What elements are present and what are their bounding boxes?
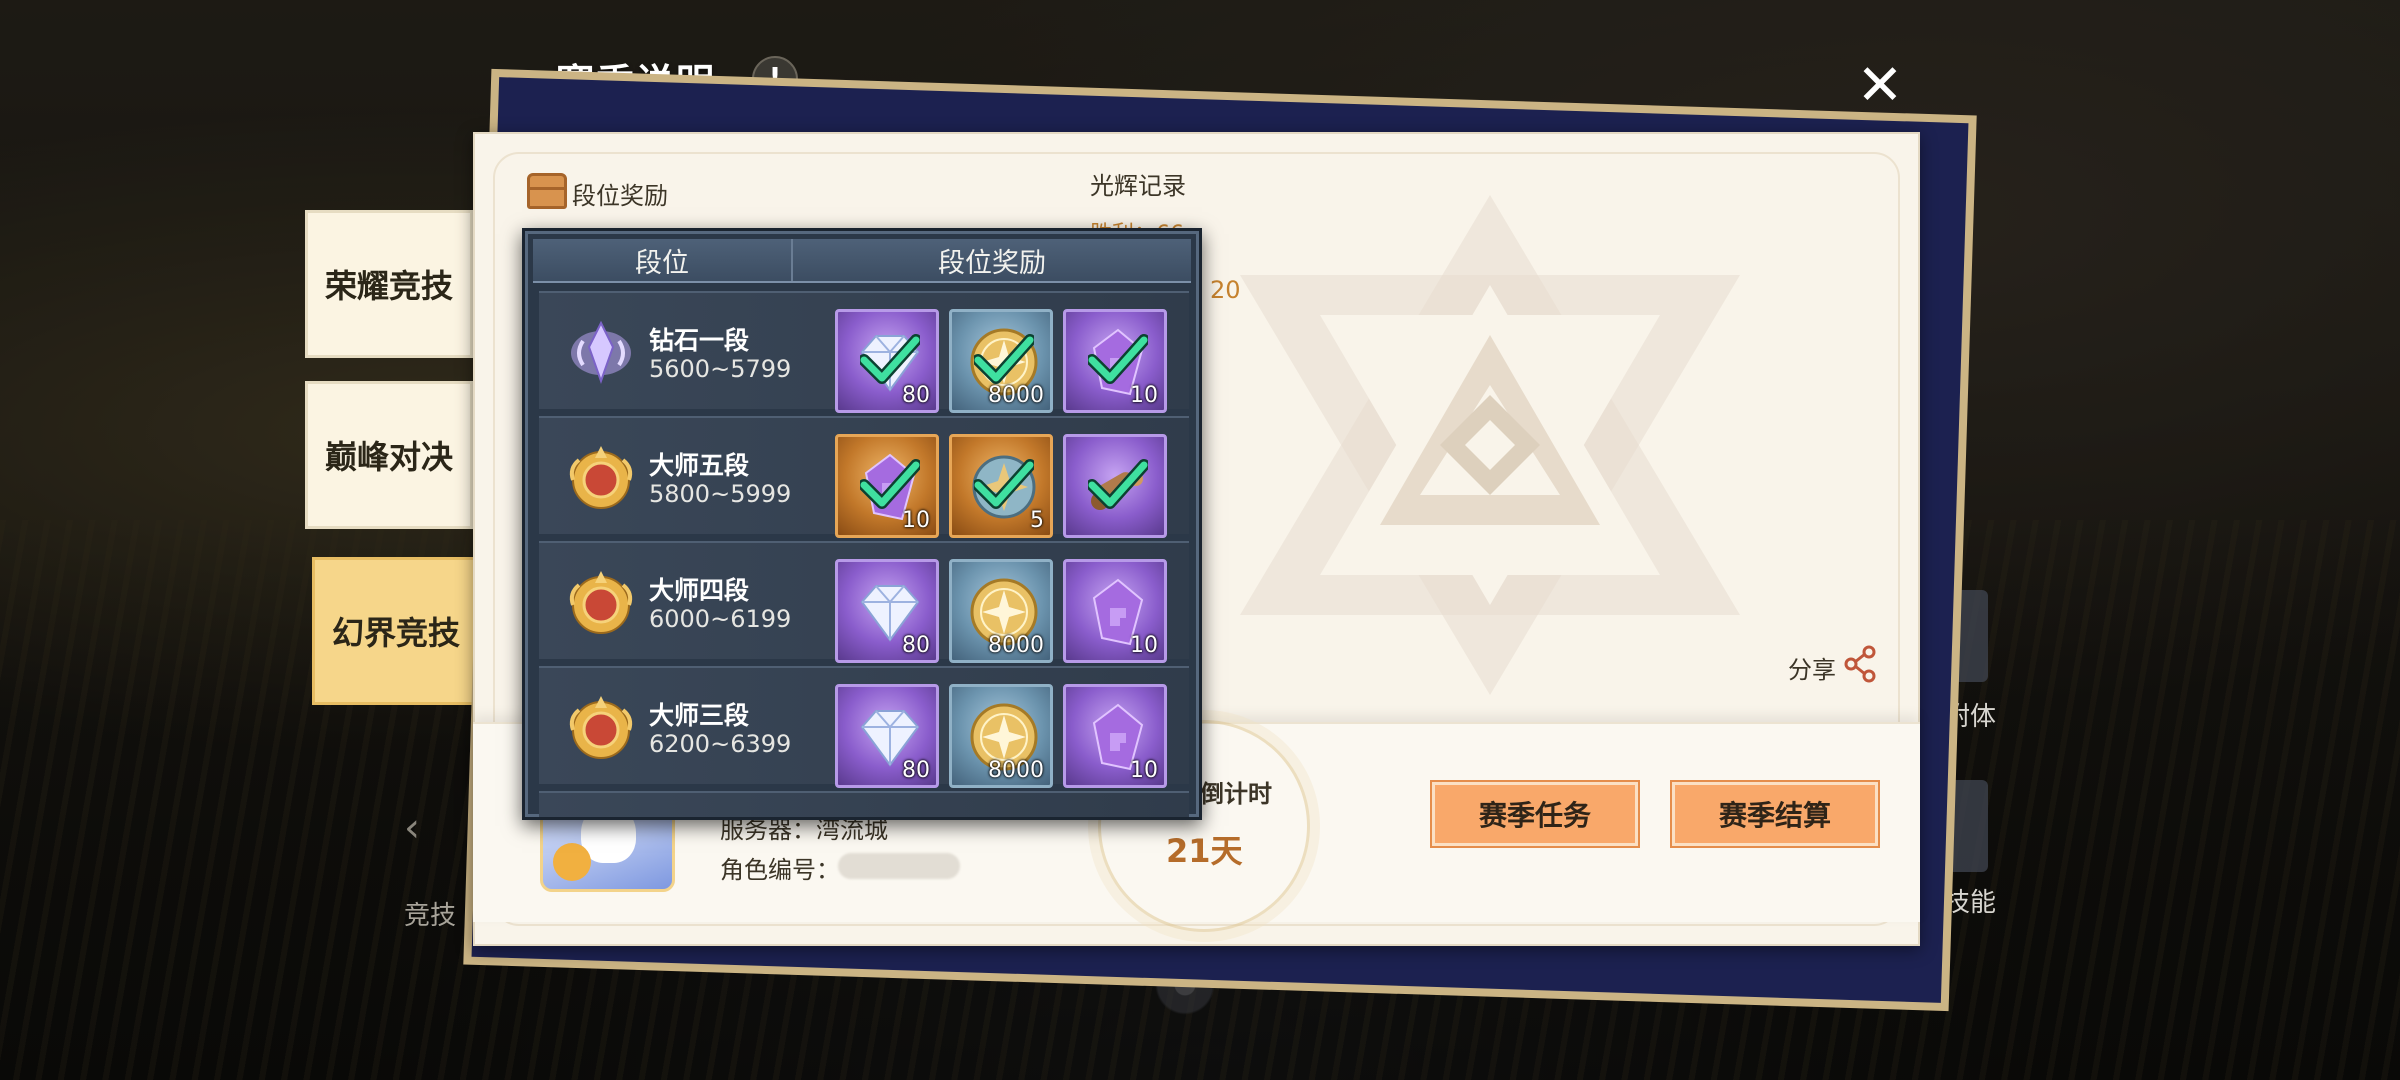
- rank-score-range: 5600~5799: [649, 355, 792, 383]
- table-row: 大师五段 5800~5999 10 5: [539, 416, 1189, 538]
- role-id-label: 角色编号：: [720, 856, 840, 884]
- reward-quantity: 80: [902, 633, 930, 658]
- table-row: 大师三段 6200~6399 80 8000 10: [539, 666, 1189, 788]
- column-rewards: 段位奖励: [938, 247, 1046, 279]
- share-label[interactable]: 分享: [1788, 650, 1836, 685]
- reward-shard[interactable]: 10: [1063, 559, 1167, 663]
- tab-glory-arena[interactable]: 荣耀竞技: [305, 210, 473, 358]
- reward-coin[interactable]: 8000: [949, 559, 1053, 663]
- reward-quantity: 8000: [988, 758, 1044, 783]
- reward-quantity: 10: [1130, 633, 1158, 658]
- tab-illusion-arena[interactable]: 幻界竞技: [312, 557, 480, 705]
- claimed-check-icon: [860, 459, 920, 509]
- reward-quantity: 10: [1130, 383, 1158, 408]
- table-header: 段位 段位奖励: [533, 239, 1191, 283]
- record-number: 20: [1210, 276, 1241, 304]
- claimed-check-icon: [1088, 334, 1148, 384]
- reward-coin-claimed[interactable]: 8000: [949, 309, 1053, 413]
- column-rank: 段位: [533, 239, 793, 281]
- season-tasks-button[interactable]: 赛季任务: [1432, 782, 1638, 846]
- season-settlement-button[interactable]: 赛季结算: [1672, 782, 1878, 846]
- share-icon[interactable]: [1843, 644, 1877, 684]
- glory-record-title: 光辉记录: [1090, 172, 1186, 200]
- rank-score-range: 6000~6199: [649, 605, 792, 633]
- table-row-partial: [539, 791, 1189, 817]
- season-emblem: [1240, 195, 1740, 695]
- reward-shard-claimed[interactable]: 10: [835, 434, 939, 538]
- reward-medal-claimed[interactable]: 5: [949, 434, 1053, 538]
- tab-peak-duel[interactable]: 巅峰对决: [305, 381, 473, 529]
- reward-crystal-claimed[interactable]: 80: [835, 309, 939, 413]
- rank-rewards-table[interactable]: 段位 段位奖励 钻石一段 5600~5799 80 8000 10 大师五段 5800~59…: [522, 228, 1202, 820]
- reward-crystal[interactable]: 80: [835, 684, 939, 788]
- master-rank-badge-icon: [565, 567, 637, 639]
- reward-shard-claimed[interactable]: 10: [1063, 309, 1167, 413]
- left-arrow-icon: ‹: [404, 805, 420, 851]
- reward-quantity: 80: [902, 383, 930, 408]
- diamond-rank-badge-icon: [565, 317, 637, 389]
- reward-quantity: 10: [902, 508, 930, 533]
- reward-crystal[interactable]: 80: [835, 559, 939, 663]
- reward-shard[interactable]: 10: [1063, 684, 1167, 788]
- reward-quantity: 5: [1030, 508, 1044, 533]
- reward-quantity: 8000: [988, 383, 1044, 408]
- rank-score-range: 5800~5999: [649, 480, 792, 508]
- rank-name: 钻石一段: [649, 326, 750, 355]
- rank-score-range: 6200~6399: [649, 730, 792, 758]
- rank-name: 大师三段: [649, 701, 750, 730]
- reward-scroll-claimed[interactable]: [1063, 434, 1167, 538]
- compete-label: 竞技: [404, 901, 457, 931]
- reward-quantity: 80: [902, 758, 930, 783]
- claimed-check-icon: [974, 459, 1034, 509]
- table-row: 钻石一段 5600~5799 80 8000 10: [539, 291, 1189, 413]
- master-rank-badge-icon: [565, 692, 637, 764]
- rank-name: 大师四段: [649, 576, 750, 605]
- reward-quantity: 10: [1130, 758, 1158, 783]
- reward-quantity: 8000: [988, 633, 1044, 658]
- claimed-check-icon: [1088, 459, 1148, 509]
- rank-name: 大师五段: [649, 451, 750, 480]
- season-countdown-value: 21天: [1166, 832, 1243, 870]
- master-rank-badge-icon: [565, 442, 637, 514]
- claimed-check-icon: [860, 334, 920, 384]
- table-row: 大师四段 6000~6199 80 8000 10: [539, 541, 1189, 663]
- close-button[interactable]: ✕: [1852, 58, 1908, 114]
- treasure-chest-icon: [527, 173, 567, 209]
- reward-coin[interactable]: 8000: [949, 684, 1053, 788]
- rank-rewards-title: 段位奖励: [572, 182, 668, 210]
- role-id-value-blurred: [838, 853, 960, 879]
- claimed-check-icon: [974, 334, 1034, 384]
